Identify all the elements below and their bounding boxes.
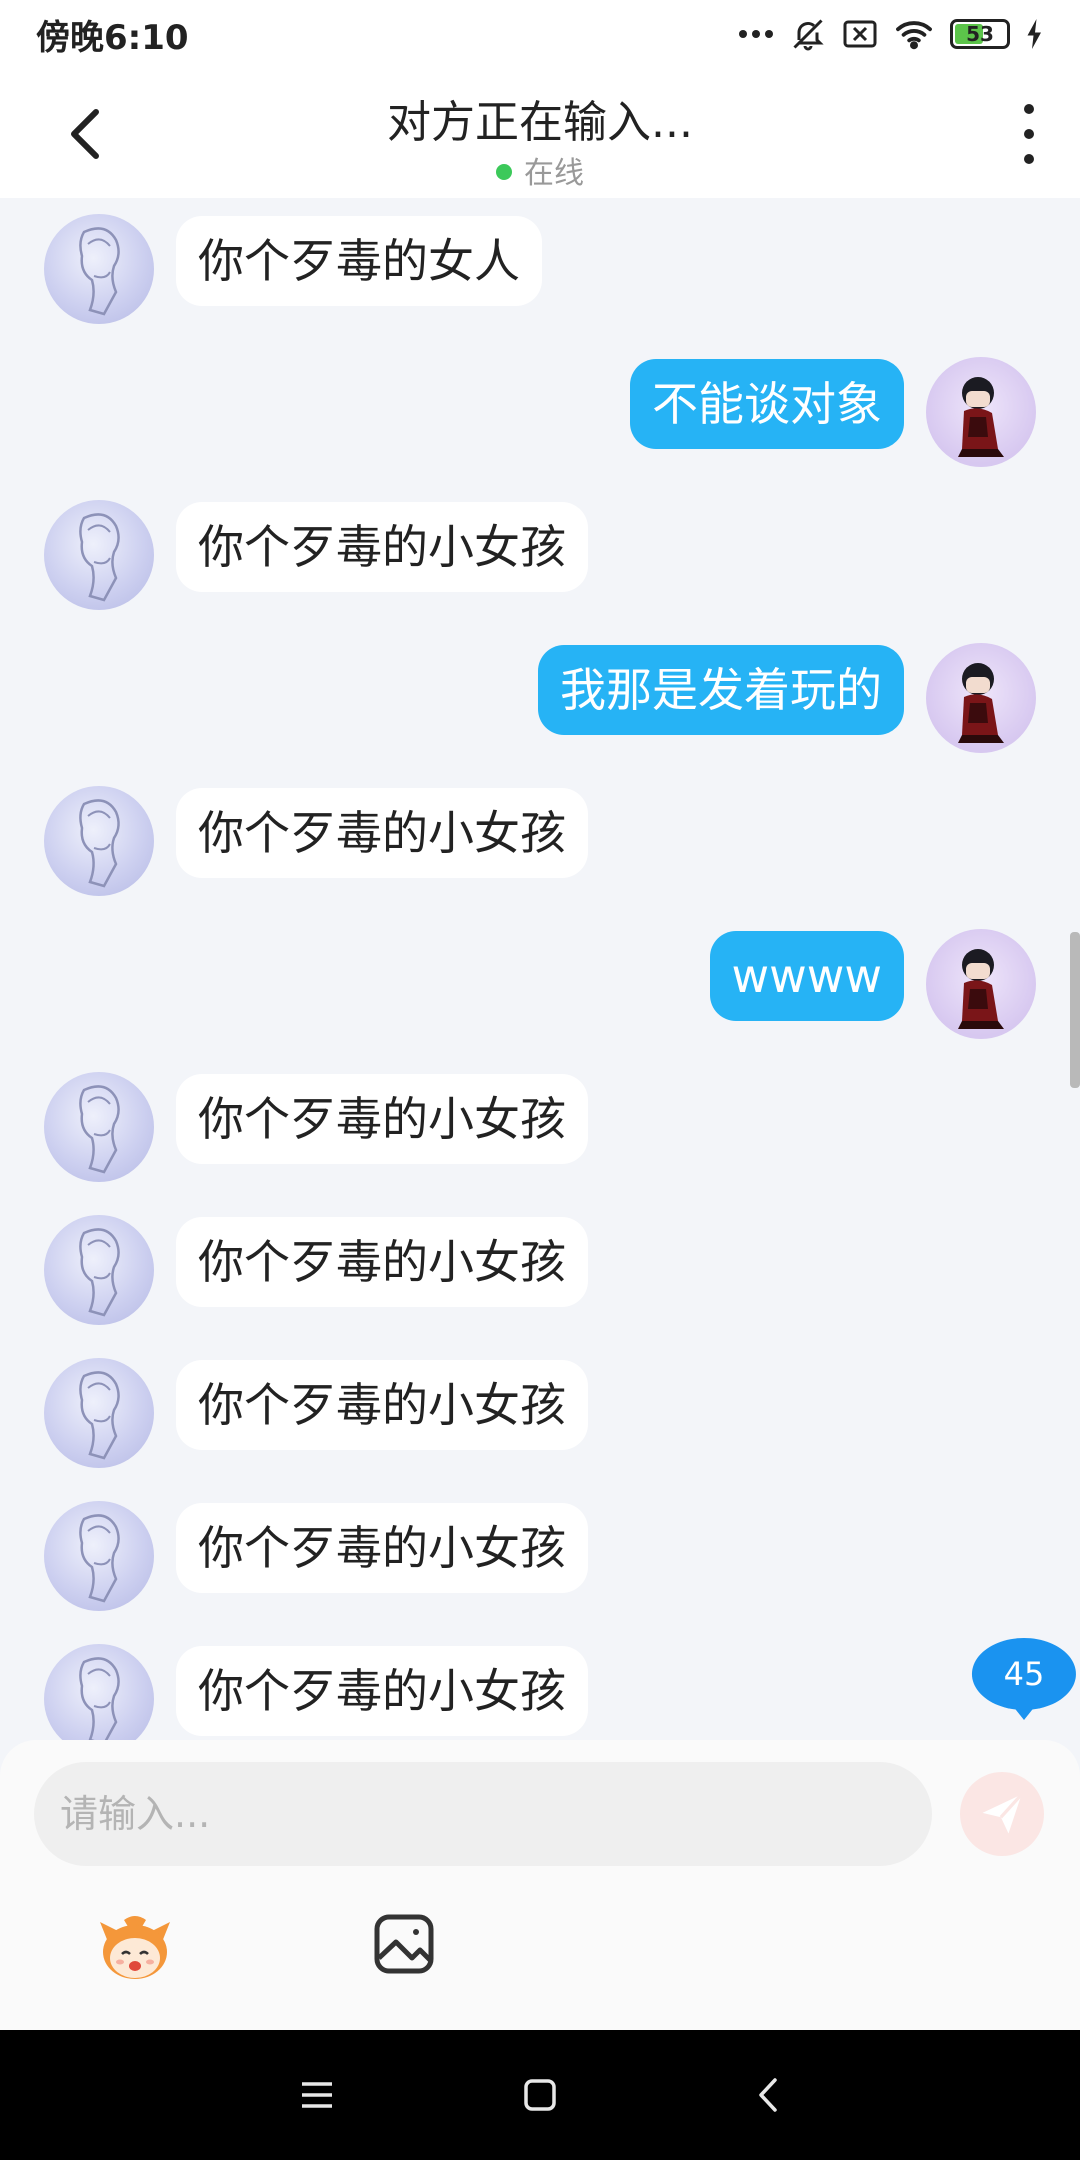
message-bubble[interactable]: 我那是发着玩的 bbox=[538, 645, 904, 735]
send-icon bbox=[982, 1793, 1023, 1834]
presence-label: 在线 bbox=[524, 156, 584, 191]
nav-home-button[interactable] bbox=[510, 2070, 570, 2120]
send-button[interactable] bbox=[960, 1772, 1044, 1856]
message-outgoing: 我那是发着玩的 bbox=[0, 627, 1080, 753]
battery-level: 53 bbox=[966, 22, 994, 46]
chevron-left-icon bbox=[759, 2078, 777, 2112]
message-incoming: 你个歹毒的小女孩 bbox=[0, 770, 1080, 896]
contact-avatar[interactable] bbox=[44, 1072, 154, 1182]
user-avatar[interactable] bbox=[926, 643, 1036, 753]
message-bubble[interactable]: 你个歹毒的小女孩 bbox=[176, 1360, 588, 1450]
message-bubble[interactable]: 你个歹毒的小女孩 bbox=[176, 502, 588, 592]
unread-count-badge[interactable]: 45 bbox=[968, 1634, 1080, 1726]
message-incoming: 你个歹毒的小女孩 bbox=[0, 1342, 1080, 1468]
presence-status: 在线 bbox=[0, 148, 1080, 192]
scrollbar[interactable] bbox=[1070, 932, 1080, 1088]
user-avatar[interactable] bbox=[926, 357, 1036, 467]
contact-avatar[interactable] bbox=[44, 1215, 154, 1325]
more-dots-icon bbox=[738, 29, 774, 39]
message-outgoing: wwww bbox=[0, 913, 1080, 1039]
chat-header: 对方正在输入... 在线 bbox=[0, 68, 1080, 198]
message-bubble[interactable]: 你个歹毒的女人 bbox=[176, 216, 542, 306]
more-options-button[interactable] bbox=[1014, 104, 1044, 164]
message-bubble[interactable]: 你个歹毒的小女孩 bbox=[176, 1074, 588, 1164]
wifi-icon bbox=[894, 18, 934, 50]
message-bubble[interactable]: 你个歹毒的小女孩 bbox=[176, 1503, 588, 1593]
message-incoming: 你个歹毒的小女孩 bbox=[0, 484, 1080, 610]
message-incoming: 你个歹毒的女人 bbox=[0, 198, 1080, 324]
sim-x-icon bbox=[842, 19, 878, 49]
nav-recents-button[interactable] bbox=[287, 2070, 347, 2120]
mute-bell-icon bbox=[790, 16, 826, 52]
message-incoming: 你个歹毒的小女孩 bbox=[0, 1485, 1080, 1611]
message-outgoing: 不能谈对象 bbox=[0, 341, 1080, 467]
more-vertical-icon bbox=[1024, 104, 1034, 114]
emoji-button[interactable] bbox=[94, 1912, 176, 1982]
square-icon bbox=[524, 2079, 556, 2111]
message-incoming: 你个歹毒的小女孩 bbox=[0, 1199, 1080, 1325]
contact-avatar[interactable] bbox=[44, 214, 154, 324]
status-bar: 傍晚6:10 53 bbox=[0, 0, 1080, 68]
nav-back-button[interactable] bbox=[738, 2070, 798, 2120]
message-bubble[interactable]: wwww bbox=[709, 931, 904, 1021]
message-incoming: 你个歹毒的小女孩 bbox=[0, 1628, 1080, 1740]
message-bubble[interactable]: 你个歹毒的小女孩 bbox=[176, 788, 588, 878]
contact-avatar[interactable] bbox=[44, 786, 154, 896]
composer bbox=[0, 1740, 1080, 2030]
message-bubble[interactable]: 你个歹毒的小女孩 bbox=[176, 1217, 588, 1307]
message-list[interactable]: 你个歹毒的女人 不能谈对象 你个歹毒的小女孩 我那是发着玩的 你个歹毒的小女孩 … bbox=[0, 198, 1080, 1740]
message-bubble[interactable]: 不能谈对象 bbox=[630, 359, 904, 449]
status-time: 傍晚6:10 bbox=[36, 17, 189, 58]
image-button[interactable] bbox=[372, 1912, 436, 1976]
system-nav-bar bbox=[0, 2030, 1080, 2160]
battery-icon: 53 bbox=[950, 19, 1010, 49]
unread-count: 45 bbox=[1003, 1655, 1045, 1693]
contact-avatar[interactable] bbox=[44, 500, 154, 610]
chat-title: 对方正在输入... bbox=[387, 97, 693, 148]
contact-avatar[interactable] bbox=[44, 1644, 154, 1740]
menu-icon bbox=[302, 2082, 332, 2108]
image-icon bbox=[374, 1914, 434, 1974]
user-avatar[interactable] bbox=[926, 929, 1036, 1039]
contact-avatar[interactable] bbox=[44, 1501, 154, 1611]
online-dot-icon bbox=[496, 163, 512, 180]
contact-avatar[interactable] bbox=[44, 1358, 154, 1468]
charging-icon bbox=[1026, 19, 1044, 49]
emoji-mascot-icon bbox=[100, 1916, 170, 1979]
message-input[interactable] bbox=[34, 1762, 932, 1866]
message-bubble[interactable]: 你个歹毒的小女孩 bbox=[176, 1646, 588, 1736]
message-incoming: 你个歹毒的小女孩 bbox=[0, 1056, 1080, 1182]
status-icons: 53 bbox=[738, 16, 1044, 52]
